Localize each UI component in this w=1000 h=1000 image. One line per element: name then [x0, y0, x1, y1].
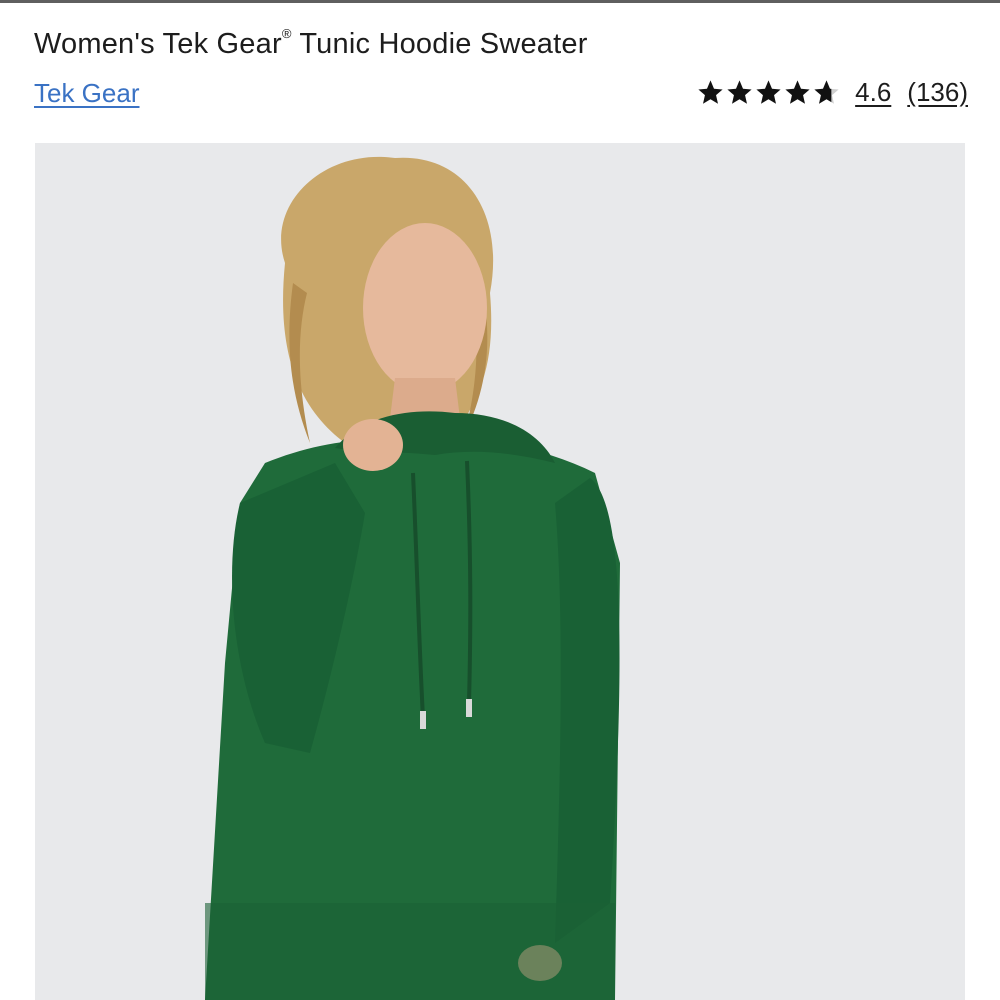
star-icon: [756, 79, 781, 104]
top-divider: [0, 0, 1000, 3]
brand-link[interactable]: Tek Gear: [34, 78, 140, 109]
rating-value[interactable]: 4.6: [855, 77, 891, 108]
rating-summary[interactable]: 4.6 (136): [696, 76, 968, 108]
product-header: Women's Tek Gear® Tunic Hoodie Sweater T…: [34, 26, 968, 114]
review-count-link[interactable]: (136): [907, 77, 968, 108]
product-title: Women's Tek Gear® Tunic Hoodie Sweater: [34, 26, 588, 60]
product-image[interactable]: [35, 143, 965, 1000]
star-icon: [698, 79, 723, 104]
star-icon: [814, 79, 839, 104]
star-icon: [785, 79, 810, 104]
star-icon: [727, 79, 752, 104]
model-photo: [35, 143, 965, 1000]
star-rating: [696, 78, 841, 107]
